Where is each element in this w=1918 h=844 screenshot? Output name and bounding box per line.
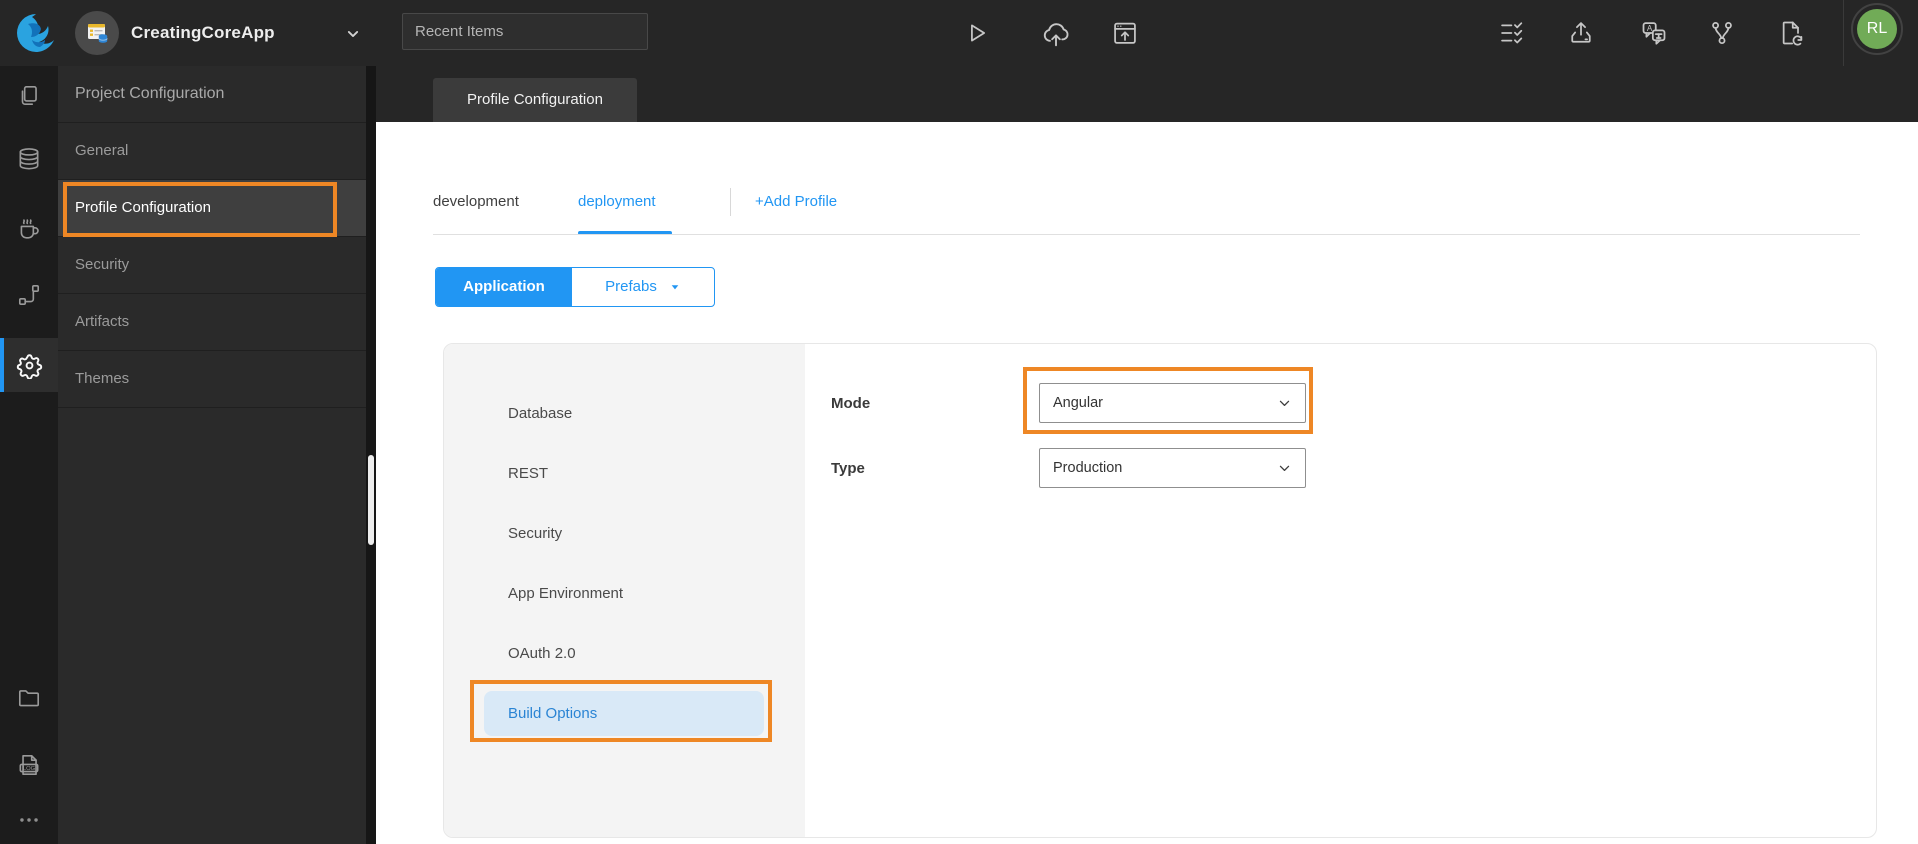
- mode-select[interactable]: Angular: [1039, 383, 1306, 423]
- main-content: development deployment +Add Profile Appl…: [376, 122, 1918, 844]
- scope-toggle: Application Prefabs: [435, 267, 715, 307]
- rail-item-more[interactable]: [0, 793, 58, 844]
- mode-select-value: Angular: [1053, 395, 1103, 411]
- wavemaker-logo[interactable]: [15, 12, 57, 54]
- window-tabstrip: Profile Configuration: [376, 66, 1918, 122]
- header-divider: [1843, 0, 1844, 66]
- nav-item-app-environment[interactable]: App Environment: [444, 564, 805, 624]
- tab-deployment[interactable]: deployment: [578, 186, 656, 218]
- chevron-down-icon[interactable]: [343, 24, 363, 44]
- tabs-divider: [730, 188, 731, 216]
- rail-item-apis[interactable]: [0, 268, 58, 322]
- profile-settings-nav: Database REST Security App Environment O…: [444, 344, 805, 837]
- settings-sidebar: Project Configuration General Profile Co…: [58, 66, 366, 844]
- run-icon[interactable]: [962, 19, 990, 47]
- export-icon[interactable]: [1567, 19, 1595, 47]
- mode-label: Mode: [831, 394, 871, 412]
- caret-down-icon: [671, 285, 679, 290]
- type-select[interactable]: Production: [1039, 448, 1306, 488]
- file-sync-icon[interactable]: [1777, 19, 1805, 47]
- settings-icon: [16, 353, 42, 379]
- toggle-application[interactable]: Application: [436, 268, 572, 306]
- sidebar-item-profile-configuration[interactable]: Profile Configuration: [58, 180, 366, 237]
- project-icon[interactable]: [75, 11, 119, 55]
- java-services-icon: [20, 219, 39, 239]
- nav-item-build-options[interactable]: Build Options: [444, 684, 805, 759]
- sidebar-item-themes[interactable]: Themes: [58, 351, 366, 408]
- build-options-panel: Database REST Security App Environment O…: [443, 343, 1877, 838]
- apis-icon: [18, 284, 40, 306]
- add-profile-button[interactable]: +Add Profile: [755, 186, 837, 218]
- window-tab-profile-configuration[interactable]: Profile Configuration: [433, 78, 637, 122]
- vcs-branch-icon[interactable]: [1708, 19, 1736, 47]
- sidebar-scroll-thumb[interactable]: [368, 455, 374, 545]
- recent-items-input[interactable]: [402, 13, 648, 50]
- main-area: Profile Configuration development deploy…: [376, 66, 1918, 844]
- nav-item-database[interactable]: Database: [444, 384, 805, 444]
- nav-item-security[interactable]: Security: [444, 504, 805, 564]
- form-row-mode: Mode Angular: [831, 383, 1306, 423]
- checklist-icon[interactable]: [1498, 19, 1526, 47]
- more-icon: [20, 818, 38, 822]
- localization-icon[interactable]: A: [1640, 19, 1668, 47]
- toggle-prefabs[interactable]: Prefabs: [572, 268, 714, 306]
- rail-item-database[interactable]: [0, 132, 58, 186]
- top-header: CreatingCoreApp Recent Items A RL: [0, 0, 1918, 66]
- sidebar-item-security[interactable]: Security: [58, 237, 366, 294]
- type-select-value: Production: [1053, 460, 1123, 476]
- nav-item-rest[interactable]: REST: [444, 444, 805, 504]
- rail-item-files[interactable]: [0, 671, 58, 725]
- preview-window-icon[interactable]: [1111, 19, 1139, 47]
- tab-development[interactable]: development: [433, 186, 519, 218]
- left-rail: LOG: [0, 66, 58, 844]
- sidebar-item-artifacts[interactable]: Artifacts: [58, 294, 366, 351]
- folder-icon: [18, 690, 40, 707]
- nav-item-oauth[interactable]: OAuth 2.0: [444, 624, 805, 684]
- chevron-down-icon: [1279, 465, 1290, 471]
- cloud-deploy-icon[interactable]: [1041, 19, 1069, 47]
- sidebar-item-general[interactable]: General: [58, 123, 366, 180]
- avatar[interactable]: RL: [1857, 9, 1897, 49]
- svg-text:A: A: [1647, 24, 1653, 33]
- rail-item-java-services[interactable]: [0, 201, 58, 255]
- app-title: CreatingCoreApp: [131, 23, 275, 42]
- svg-text:LOG: LOG: [23, 766, 36, 772]
- rail-item-settings[interactable]: [0, 338, 58, 392]
- type-label: Type: [831, 459, 865, 477]
- sidebar-title: Project Configuration: [58, 66, 366, 123]
- rail-item-pages[interactable]: [0, 69, 58, 123]
- form-row-type: Type Production: [831, 448, 1306, 488]
- database-icon: [19, 148, 39, 170]
- toggle-prefabs-label: Prefabs: [605, 278, 657, 295]
- avatar-initials: RL: [1866, 20, 1888, 37]
- nav-item-build-options-pill: Build Options: [484, 691, 764, 736]
- ide-screen: CreatingCoreApp Recent Items A RL LOG Pr…: [0, 0, 1918, 844]
- rail-item-logs[interactable]: LOG: [0, 738, 58, 792]
- pages-icon: [21, 85, 37, 105]
- chevron-down-icon: [1279, 400, 1290, 406]
- tabs-hairline: [433, 234, 1860, 235]
- logs-icon: LOG: [19, 754, 39, 776]
